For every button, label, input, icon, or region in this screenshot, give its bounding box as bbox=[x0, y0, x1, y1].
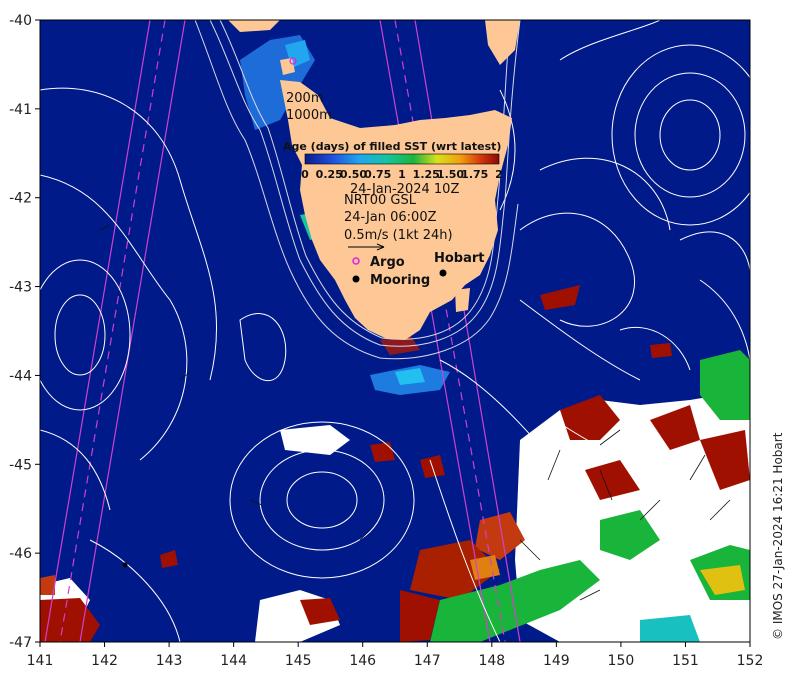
y-axis: -40 -41 -42 -43 -44 -45 -46 -47 bbox=[9, 13, 40, 651]
colorbar-title: Age (days) of filled SST (wrt latest) bbox=[283, 140, 501, 153]
x-tick-label: 149 bbox=[543, 653, 570, 669]
bruny-island bbox=[455, 288, 470, 312]
y-tick-label: -42 bbox=[9, 191, 32, 207]
colorbar-tick-label: 1.25 bbox=[413, 168, 440, 181]
y-tick-label: -40 bbox=[9, 13, 32, 29]
x-tick-label: 150 bbox=[608, 653, 635, 669]
x-tick-label: 146 bbox=[349, 653, 376, 669]
mooring-site-marker bbox=[122, 562, 128, 568]
argo-label: Argo bbox=[370, 255, 405, 270]
mooring-marker bbox=[352, 275, 360, 283]
x-tick-label: 142 bbox=[91, 653, 118, 669]
colorbar-tick-label: 1 bbox=[398, 168, 406, 181]
x-tick-label: 143 bbox=[156, 653, 183, 669]
y-tick-label: -41 bbox=[9, 102, 32, 118]
x-tick-label: 145 bbox=[285, 653, 312, 669]
x-tick-label: 148 bbox=[478, 653, 505, 669]
x-tick-label: 141 bbox=[27, 653, 54, 669]
isobath-200-label: 200m bbox=[286, 91, 323, 106]
colorbar-tick-label: 2 bbox=[495, 168, 503, 181]
y-tick-label: -43 bbox=[9, 280, 32, 296]
x-axis: 141 142 143 144 145 146 147 148 149 150 151 152 bbox=[27, 642, 764, 669]
mooring-label: Mooring bbox=[370, 273, 430, 288]
sst-map: 141 142 143 144 145 146 147 148 149 150 151 152 -40… bbox=[9, 13, 785, 669]
colorbar-tick-label: 1.75 bbox=[461, 168, 488, 181]
y-tick-label: -44 bbox=[9, 368, 32, 384]
altimetry-label: NRT00 GSL bbox=[344, 193, 417, 208]
colorbar-ticks: 0 0.250.500.75 1 1.251.501.75 2 bbox=[301, 168, 503, 181]
y-tick-label: -46 bbox=[9, 546, 32, 562]
colorbar-tick-label: 0.75 bbox=[364, 168, 391, 181]
y-tick-label: -45 bbox=[9, 457, 32, 473]
x-tick-label: 144 bbox=[220, 653, 247, 669]
x-tick-label: 152 bbox=[737, 653, 764, 669]
hobart-marker bbox=[439, 269, 447, 277]
x-tick-label: 151 bbox=[672, 653, 699, 669]
colorbar-tick-label: 0.25 bbox=[316, 168, 343, 181]
vector-scale-label: 0.5m/s (1kt 24h) bbox=[344, 228, 453, 243]
colorbar-tick-label: 0 bbox=[301, 168, 309, 181]
hobart-label: Hobart bbox=[434, 251, 485, 266]
x-tick-label: 147 bbox=[414, 653, 441, 669]
isobath-1000-label: 1000m bbox=[286, 108, 332, 123]
plot-area bbox=[40, 20, 750, 642]
colorbar bbox=[304, 153, 500, 165]
y-tick-label: -47 bbox=[9, 635, 32, 651]
altimetry-time-label: 24-Jan 06:00Z bbox=[344, 210, 437, 225]
credit-text: © IMOS 27-Jan-2024 16:21 Hobart bbox=[771, 432, 785, 640]
